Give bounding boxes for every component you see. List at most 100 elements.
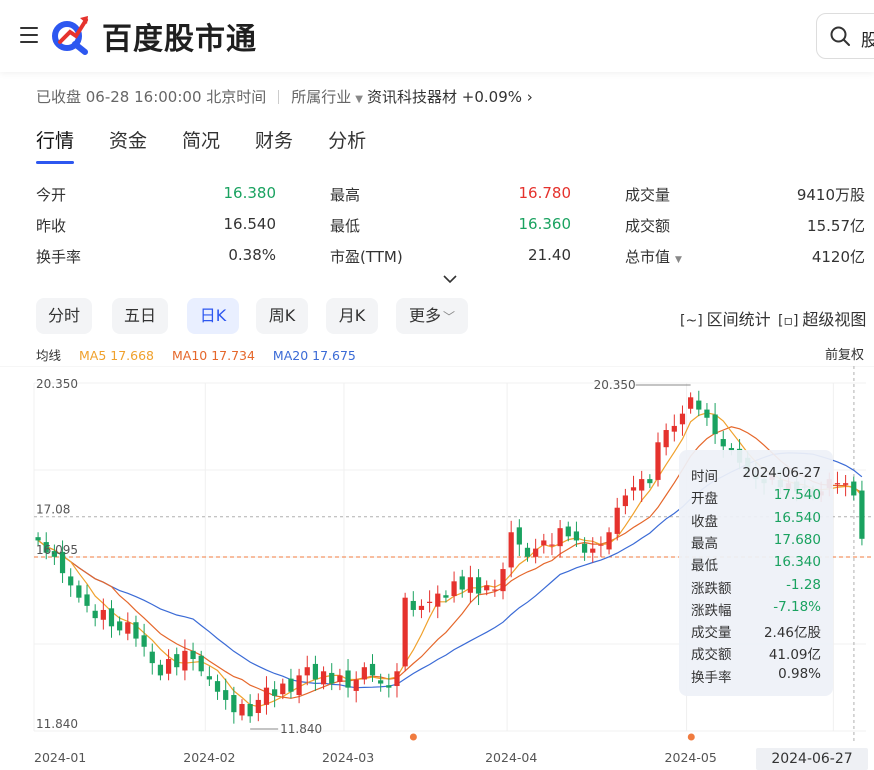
candle-body <box>859 490 865 539</box>
candle-body <box>125 622 131 634</box>
candle-body <box>174 654 180 668</box>
candle-body <box>467 577 474 593</box>
ma-label: 均线 <box>36 348 62 363</box>
x-axis-label: 2024-01 <box>34 750 86 765</box>
mktcap-label[interactable]: 总市值 ▼ <box>625 246 682 267</box>
candle-body <box>720 439 726 447</box>
tooltip-row: 涨跌额 -1.28 <box>691 577 821 597</box>
open-label: 今开 <box>36 186 67 204</box>
period-daily-button[interactable]: 日K <box>187 298 239 334</box>
candle-body <box>622 495 628 507</box>
tooltip-row: 涨跌幅 -7.18% <box>691 599 821 619</box>
super-view-button[interactable]: [▫] 超级视图 <box>778 306 866 330</box>
candle-body <box>214 681 221 692</box>
tab-market[interactable]: 行情 <box>36 126 75 164</box>
tooltip-label: 最高 <box>691 535 718 552</box>
tooltip-row: 成交额 41.09亿 <box>691 643 821 663</box>
candle-body <box>329 672 335 684</box>
candle-body <box>272 689 278 696</box>
top-bar: 百度股市通 股 <box>0 0 874 72</box>
tab-analysis[interactable]: 分析 <box>328 126 366 153</box>
chevron-right-icon[interactable]: › <box>527 88 533 106</box>
candle-body <box>541 540 547 546</box>
search-text[interactable]: 股 <box>861 26 874 51</box>
tooltip-label: 成交额 <box>691 647 732 664</box>
candle-body <box>475 577 482 594</box>
candle-body <box>231 695 237 713</box>
period-intraday-button[interactable]: 分时 <box>36 298 92 334</box>
industry-label: 所属行业 <box>291 88 352 106</box>
menu-icon[interactable] <box>20 27 38 43</box>
adjust-mode[interactable]: 前复权 <box>825 344 864 363</box>
candle-body <box>100 609 106 620</box>
x-axis-label: 2024-02 <box>183 750 235 765</box>
logo-icon[interactable] <box>50 12 90 56</box>
candle-body <box>296 675 302 696</box>
period-more-label: 更多 <box>408 306 441 325</box>
candle-body <box>655 442 661 480</box>
period-monthly-button[interactable]: 月K <box>326 298 378 334</box>
tooltip-value: 0.98% <box>778 665 821 682</box>
y-axis-label: 11.840 <box>36 717 78 731</box>
candle-body <box>312 663 319 680</box>
period-weekly-button[interactable]: 周K <box>256 298 308 334</box>
tab-funds[interactable]: 资金 <box>109 126 147 153</box>
industry-name[interactable]: 资讯科技器材 <box>367 88 457 106</box>
y-axis-label: 17.08 <box>36 503 70 517</box>
tooltip-value: 16.540 <box>773 509 821 526</box>
candle-body <box>92 610 98 619</box>
candle-body <box>614 507 620 534</box>
tooltip-label: 涨跌幅 <box>691 602 732 619</box>
candle-body <box>842 483 849 485</box>
candle-body <box>712 414 718 435</box>
mktcap-label-text: 总市值 <box>625 248 671 266</box>
candle-body <box>508 532 514 568</box>
ma10-value: MA10 17.734 <box>171 348 255 363</box>
range-stats-button[interactable]: [~] 区间统计 <box>680 306 771 330</box>
candle-body <box>84 594 90 606</box>
period-more-button[interactable]: 更多 ﹀ <box>396 298 468 334</box>
candle-body <box>141 635 147 647</box>
candle-body <box>834 483 841 485</box>
candle-body <box>280 683 286 695</box>
high-label: 最高 <box>330 186 361 204</box>
tooltip-label: 开盘 <box>691 491 718 508</box>
tooltip-row: 开盘 17.540 <box>691 487 821 507</box>
candle-body <box>679 413 686 425</box>
candle-body <box>182 650 188 671</box>
candle-body <box>459 576 465 590</box>
candle-body <box>190 650 196 660</box>
tab-finance[interactable]: 财务 <box>255 126 293 153</box>
tooltip-label: 时间 <box>691 469 718 485</box>
tooltip-row: 换手率 0.98% <box>691 666 821 686</box>
brand-title[interactable]: 百度股市通 <box>102 14 257 58</box>
candle-body <box>581 543 588 553</box>
candle-body <box>500 569 506 592</box>
candle-body <box>353 679 359 691</box>
candle-body <box>451 581 457 597</box>
volume-value: 9410万股 <box>796 186 865 204</box>
search-box[interactable]: 股 <box>816 13 874 59</box>
event-dot <box>409 733 417 741</box>
candle-body <box>157 664 164 676</box>
pe-value: 21.40 <box>528 246 571 264</box>
candle-body <box>647 479 653 484</box>
candle-body <box>255 699 261 714</box>
candle-body <box>688 397 694 409</box>
tooltip-row: 时间 2024-06-27 <box>691 465 821 485</box>
candle-body <box>851 481 857 496</box>
candle-body <box>435 593 441 607</box>
candle-body <box>133 622 139 639</box>
chevron-down-icon: ﹀ <box>443 310 456 324</box>
tooltip-value: 17.680 <box>773 531 821 548</box>
period-5day-button[interactable]: 五日 <box>112 298 168 334</box>
candle-body <box>239 704 245 716</box>
tab-profile[interactable]: 简况 <box>182 126 220 153</box>
dropdown-icon: ▼ <box>675 255 682 265</box>
candle-body <box>492 589 498 591</box>
candle-body <box>443 595 449 598</box>
dropdown-icon: ▼ <box>355 94 363 105</box>
turnover-value: 0.38% <box>228 246 276 264</box>
frame-icon: [▫] <box>778 313 799 329</box>
expand-chevron-icon[interactable] <box>443 274 457 284</box>
